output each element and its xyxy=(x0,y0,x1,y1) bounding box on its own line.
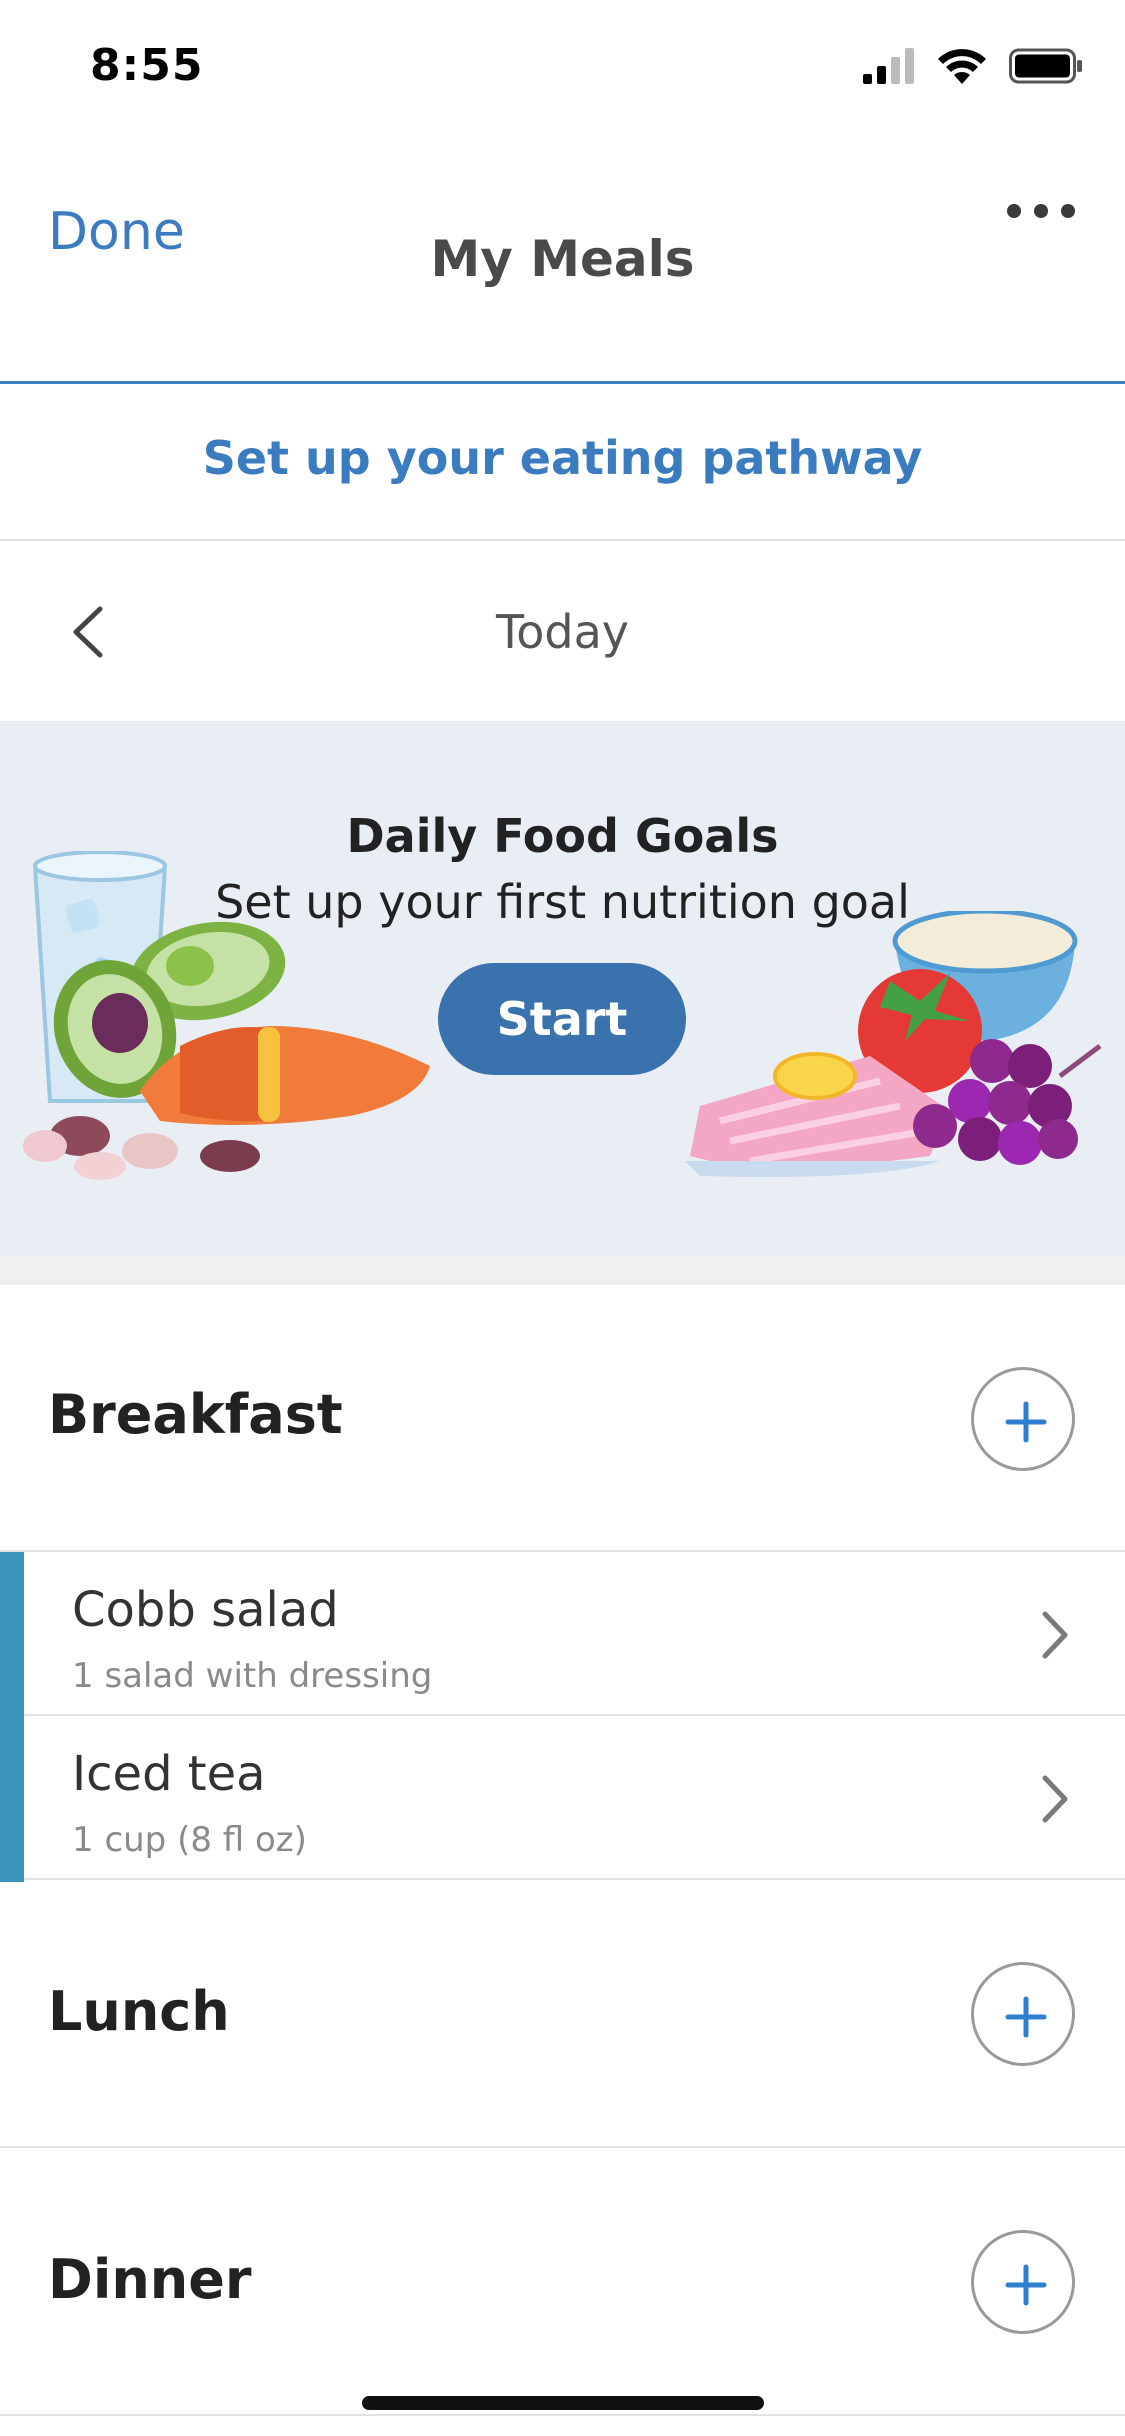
status-bar: 8:55 xyxy=(0,0,1125,132)
date-label: Today xyxy=(495,605,630,659)
battery-icon xyxy=(1009,48,1083,88)
page-title: My Meals xyxy=(430,230,695,288)
plus-icon xyxy=(1005,1996,1047,2038)
food-item[interactable]: Cobb salad 1 salad with dressing xyxy=(0,1552,1125,1718)
add-breakfast-button[interactable] xyxy=(971,1367,1075,1471)
meal-title: Dinner xyxy=(48,2248,252,2311)
wifi-icon xyxy=(937,48,987,88)
start-button[interactable]: Start xyxy=(438,963,686,1075)
goals-title: Daily Food Goals xyxy=(346,809,779,863)
pathway-section: Set up your eating pathway xyxy=(0,387,1125,541)
food-illustration-right xyxy=(685,911,1102,1177)
logged-item-accent xyxy=(0,1716,24,1882)
section-divider xyxy=(0,1257,1125,1285)
eating-pathway-link[interactable]: Set up your eating pathway xyxy=(203,431,923,485)
meal-title: Lunch xyxy=(48,1980,230,2043)
chevron-right-icon xyxy=(1037,1608,1073,1666)
chevron-right-icon xyxy=(1037,1772,1073,1830)
food-name: Cobb salad xyxy=(72,1582,339,1638)
food-detail: 1 salad with dressing xyxy=(72,1656,433,1696)
plus-icon xyxy=(1005,2264,1047,2306)
more-icon[interactable] xyxy=(1007,204,1075,218)
breakfast-header: Breakfast xyxy=(0,1285,1125,1552)
goals-subtitle: Set up your first nutrition goal xyxy=(215,875,910,929)
add-lunch-button[interactable] xyxy=(971,1962,1075,2066)
dinner-header: Dinner xyxy=(0,2148,1125,2416)
date-navigator: Today xyxy=(0,543,1125,721)
home-indicator[interactable] xyxy=(362,2396,764,2410)
logged-item-accent xyxy=(0,1552,24,1718)
meal-title: Breakfast xyxy=(48,1383,343,1446)
plus-icon xyxy=(1005,1401,1047,1443)
status-time: 8:55 xyxy=(90,40,204,91)
food-detail: 1 cup (8 fl oz) xyxy=(72,1820,307,1860)
daily-food-goals-banner: Daily Food Goals Set up your first nutri… xyxy=(0,721,1125,1257)
lunch-header: Lunch xyxy=(0,1880,1125,2148)
add-dinner-button[interactable] xyxy=(971,2230,1075,2334)
nav-bar: Done My Meals xyxy=(0,132,1125,384)
signal-icon xyxy=(863,48,915,88)
food-name: Iced tea xyxy=(72,1746,266,1802)
status-icons xyxy=(863,48,1083,88)
food-item[interactable]: Iced tea 1 cup (8 fl oz) xyxy=(0,1716,1125,1882)
